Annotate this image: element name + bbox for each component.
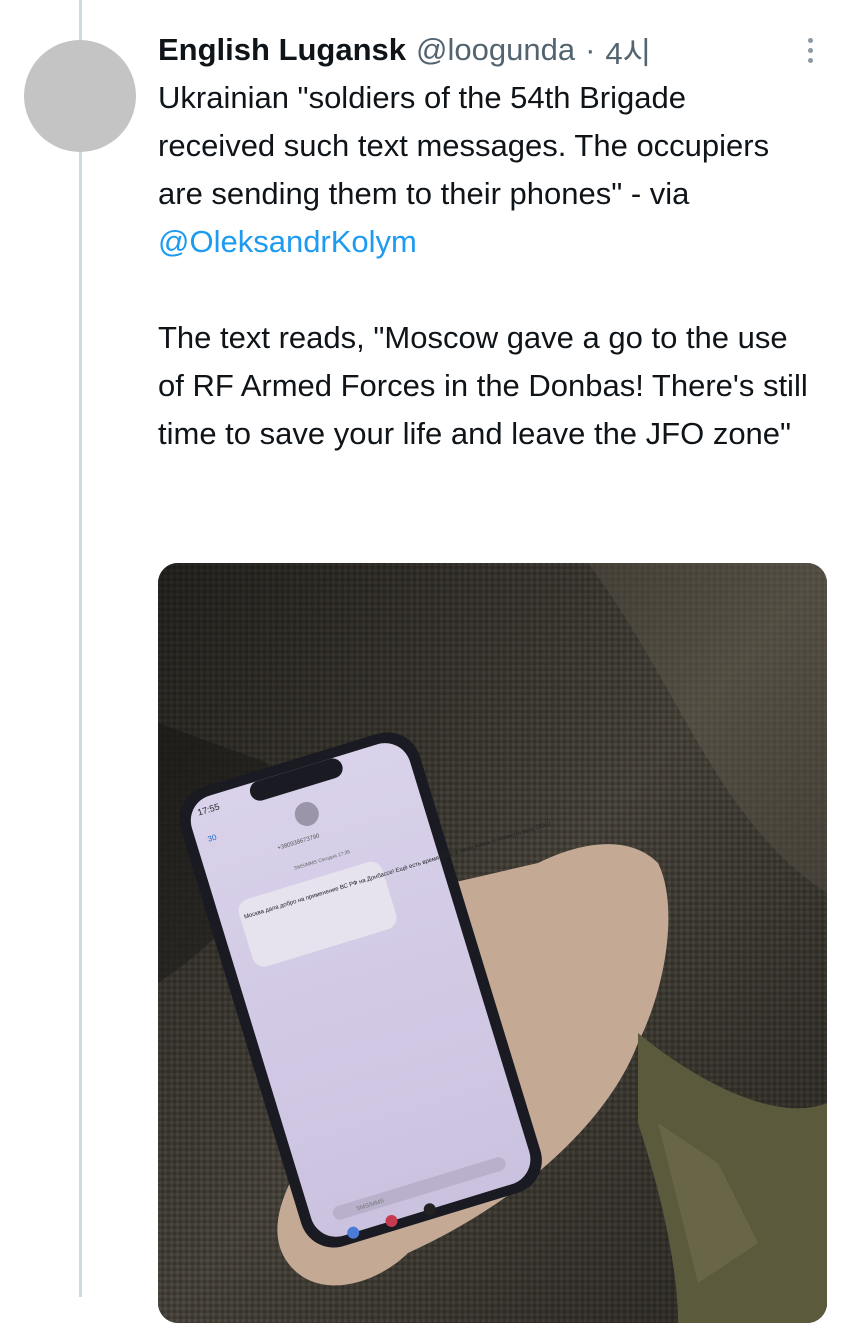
tweet-text: Ukrainian "soldiers of the 54th Brigade … bbox=[158, 74, 808, 458]
tweet-text-part1: Ukrainian "soldiers of the 54th Brigade … bbox=[158, 80, 770, 211]
author-name[interactable]: English Lugansk bbox=[158, 32, 406, 68]
author-handle[interactable]: @loogunda bbox=[416, 32, 575, 68]
avatar[interactable] bbox=[24, 40, 136, 152]
tweet-text-part2: The text reads, "Moscow gave a go to the… bbox=[158, 320, 808, 451]
separator: · bbox=[585, 32, 596, 67]
more-options-icon[interactable] bbox=[796, 28, 824, 72]
tweet-header: English Lugansk @loogunda · 4시 bbox=[158, 28, 651, 72]
timestamp[interactable]: 4시 bbox=[605, 28, 651, 73]
photo-illustration: 17:55 30 +380938673790 SMS/MMS Сегодня 1… bbox=[158, 563, 827, 1323]
tweet-photo[interactable]: 17:55 30 +380938673790 SMS/MMS Сегодня 1… bbox=[158, 563, 827, 1323]
mention-link[interactable]: @OleksandrKolym bbox=[158, 224, 417, 259]
thread-line bbox=[79, 0, 82, 1297]
